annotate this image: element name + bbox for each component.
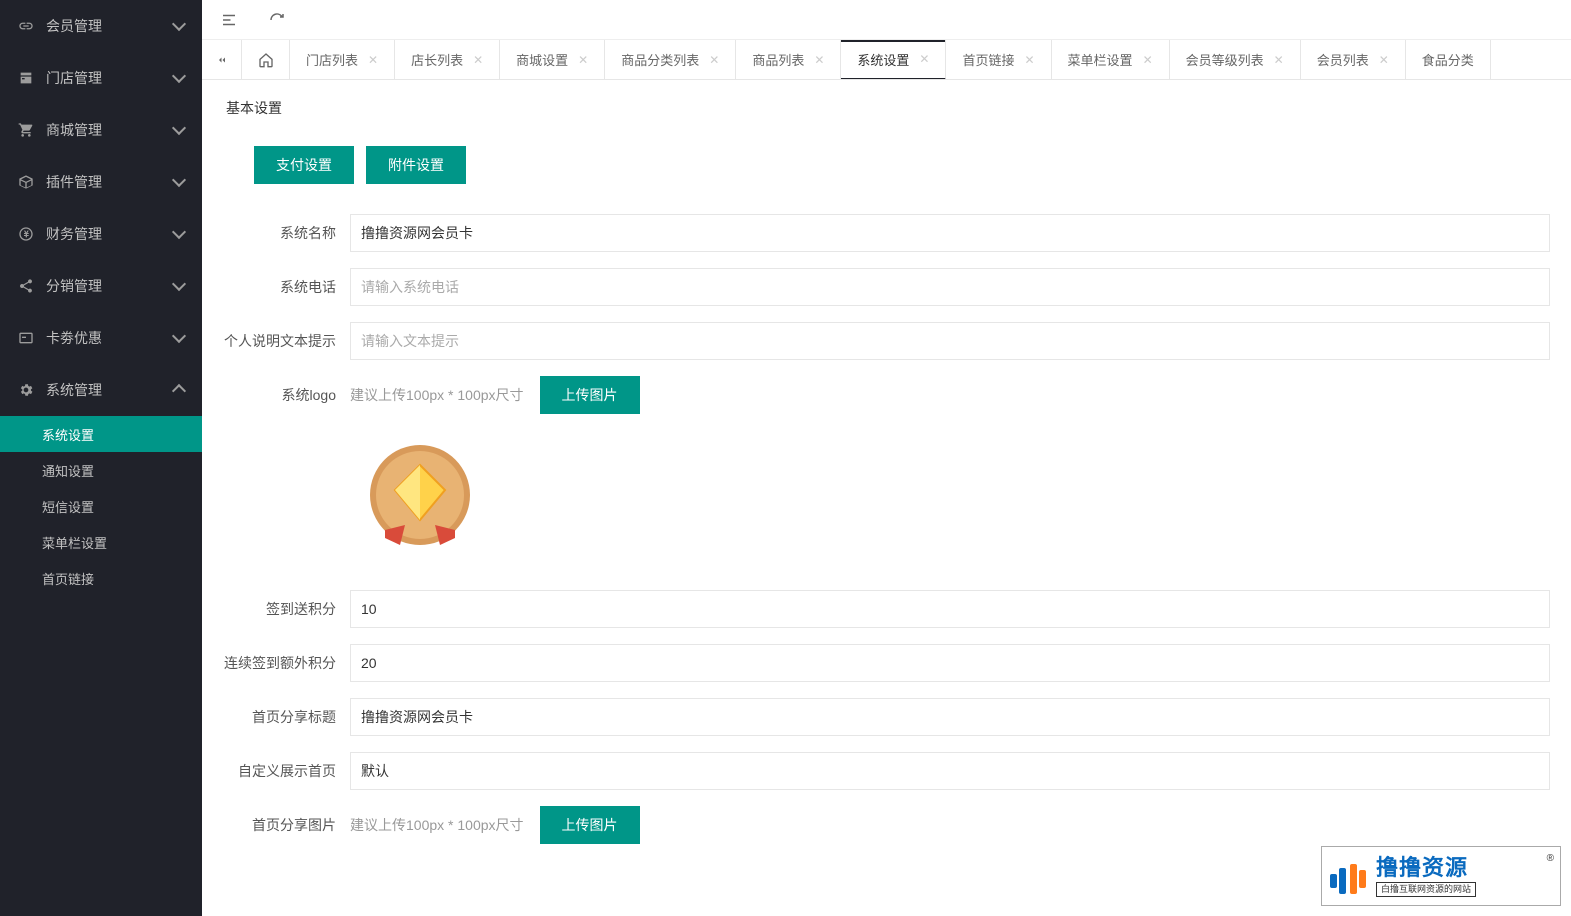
chevron-down-icon bbox=[172, 69, 186, 83]
store-icon bbox=[18, 70, 34, 86]
tab-product-category[interactable]: 商品分类列表✕ bbox=[605, 40, 736, 79]
upload-logo-button[interactable]: 上传图片 bbox=[540, 376, 640, 414]
close-icon[interactable]: ✕ bbox=[578, 53, 588, 67]
chevron-down-icon bbox=[172, 329, 186, 343]
close-icon[interactable]: ✕ bbox=[473, 53, 483, 67]
sidebar-item-label: 商城管理 bbox=[46, 120, 174, 140]
tab-bar: 门店列表✕ 店长列表✕ 商城设置✕ 商品分类列表✕ 商品列表✕ 系统设置✕ 首页… bbox=[202, 40, 1571, 80]
logo-hint: 建议上传100px * 100px尺寸 bbox=[350, 385, 524, 405]
system-phone-input[interactable] bbox=[350, 268, 1550, 306]
close-icon[interactable]: ✕ bbox=[1024, 53, 1034, 67]
sidebar-sub-sms[interactable]: 短信设置 bbox=[0, 488, 202, 524]
label-continuous-points: 连续签到额外积分 bbox=[220, 644, 350, 673]
sidebar-item-member[interactable]: 会员管理 bbox=[0, 0, 202, 52]
cart-icon bbox=[18, 122, 34, 138]
chevron-down-icon bbox=[172, 225, 186, 239]
chevron-down-icon bbox=[172, 173, 186, 187]
tab-member-level[interactable]: 会员等级列表✕ bbox=[1170, 40, 1301, 79]
label-share-image: 首页分享图片 bbox=[220, 806, 350, 835]
continuous-points-input[interactable] bbox=[350, 644, 1550, 682]
label-system-logo: 系统logo bbox=[220, 376, 350, 405]
sidebar-item-label: 财务管理 bbox=[46, 224, 174, 244]
logo-preview bbox=[350, 430, 490, 570]
watermark-logo-icon bbox=[1328, 856, 1368, 896]
sidebar: 会员管理 门店管理 商城管理 插件管理 财务管理 分销管理 bbox=[0, 0, 202, 916]
watermark-registered: ® bbox=[1547, 853, 1554, 864]
refresh-icon[interactable] bbox=[268, 11, 286, 29]
sidebar-item-plugin[interactable]: 插件管理 bbox=[0, 156, 202, 208]
sidebar-item-system[interactable]: 系统管理 bbox=[0, 364, 202, 416]
sidebar-item-label: 会员管理 bbox=[46, 16, 174, 36]
sidebar-item-coupon[interactable]: 卡劵优惠 bbox=[0, 312, 202, 364]
card-icon bbox=[18, 330, 34, 346]
sidebar-item-label: 门店管理 bbox=[46, 68, 174, 88]
close-icon[interactable]: ✕ bbox=[368, 53, 378, 67]
sidebar-item-finance[interactable]: 财务管理 bbox=[0, 208, 202, 260]
attachment-settings-button[interactable]: 附件设置 bbox=[366, 146, 466, 184]
personal-hint-input[interactable] bbox=[350, 322, 1550, 360]
sidebar-item-distribution[interactable]: 分销管理 bbox=[0, 260, 202, 312]
content-area: 基本设置 支付设置 附件设置 系统名称 系统电话 个人说明文本提示 系统logo bbox=[202, 80, 1571, 916]
label-signin-points: 签到送积分 bbox=[220, 590, 350, 619]
signin-points-input[interactable] bbox=[350, 590, 1550, 628]
chevron-down-icon bbox=[172, 121, 186, 135]
sidebar-item-label: 系统管理 bbox=[46, 380, 174, 400]
watermark: 撸撸资源 白撸互联网资源的网站 ® bbox=[1321, 846, 1561, 906]
sidebar-sub-notification[interactable]: 通知设置 bbox=[0, 452, 202, 488]
tab-mall-settings[interactable]: 商城设置✕ bbox=[500, 40, 605, 79]
chevron-down-icon bbox=[172, 17, 186, 31]
sidebar-item-label: 卡劵优惠 bbox=[46, 328, 174, 348]
tab-home-link[interactable]: 首页链接✕ bbox=[946, 40, 1051, 79]
sidebar-sub-menu[interactable]: 菜单栏设置 bbox=[0, 524, 202, 560]
custom-home-input[interactable] bbox=[350, 752, 1550, 790]
topbar bbox=[202, 0, 1571, 40]
label-personal-hint: 个人说明文本提示 bbox=[220, 322, 350, 351]
tab-store-list[interactable]: 门店列表✕ bbox=[290, 40, 395, 79]
sidebar-item-store[interactable]: 门店管理 bbox=[0, 52, 202, 104]
label-share-title: 首页分享标题 bbox=[220, 698, 350, 727]
gear-icon bbox=[18, 382, 34, 398]
tab-food-category[interactable]: 食品分类 bbox=[1406, 40, 1491, 79]
payment-settings-button[interactable]: 支付设置 bbox=[254, 146, 354, 184]
tab-scroll-left[interactable] bbox=[202, 40, 242, 79]
close-icon[interactable]: ✕ bbox=[709, 53, 719, 67]
tab-system-settings[interactable]: 系统设置✕ bbox=[841, 40, 946, 80]
chevron-down-icon bbox=[172, 277, 186, 291]
close-icon[interactable]: ✕ bbox=[919, 52, 929, 66]
close-icon[interactable]: ✕ bbox=[1143, 53, 1153, 67]
tab-manager-list[interactable]: 店长列表✕ bbox=[395, 40, 500, 79]
label-system-phone: 系统电话 bbox=[220, 268, 350, 297]
yuan-icon bbox=[18, 226, 34, 242]
system-name-input[interactable] bbox=[350, 214, 1550, 252]
share-icon bbox=[18, 278, 34, 294]
collapse-sidebar-icon[interactable] bbox=[220, 11, 238, 29]
tab-home[interactable] bbox=[242, 40, 290, 79]
watermark-subtitle: 白撸互联网资源的网站 bbox=[1376, 882, 1476, 897]
close-icon[interactable]: ✕ bbox=[1274, 53, 1284, 67]
sidebar-item-label: 分销管理 bbox=[46, 276, 174, 296]
panel-title: 基本设置 bbox=[220, 98, 1553, 118]
cube-icon bbox=[18, 174, 34, 190]
watermark-title: 撸撸资源 bbox=[1376, 855, 1476, 881]
share-title-input[interactable] bbox=[350, 698, 1550, 736]
chevron-up-icon bbox=[172, 384, 186, 398]
close-icon[interactable]: ✕ bbox=[1379, 53, 1389, 67]
label-system-name: 系统名称 bbox=[220, 214, 350, 243]
upload-share-image-button[interactable]: 上传图片 bbox=[540, 806, 640, 844]
tab-product-list[interactable]: 商品列表✕ bbox=[736, 40, 841, 79]
close-icon[interactable]: ✕ bbox=[814, 53, 824, 67]
tab-member-list[interactable]: 会员列表✕ bbox=[1301, 40, 1406, 79]
link-icon bbox=[18, 18, 34, 34]
sidebar-item-mall[interactable]: 商城管理 bbox=[0, 104, 202, 156]
sidebar-sub-system-settings[interactable]: 系统设置 bbox=[0, 416, 202, 452]
sidebar-item-label: 插件管理 bbox=[46, 172, 174, 192]
sidebar-sub-homelink[interactable]: 首页链接 bbox=[0, 560, 202, 596]
label-custom-home: 自定义展示首页 bbox=[220, 752, 350, 781]
share-image-hint: 建议上传100px * 100px尺寸 bbox=[350, 815, 524, 835]
tab-menu-settings[interactable]: 菜单栏设置✕ bbox=[1052, 40, 1170, 79]
